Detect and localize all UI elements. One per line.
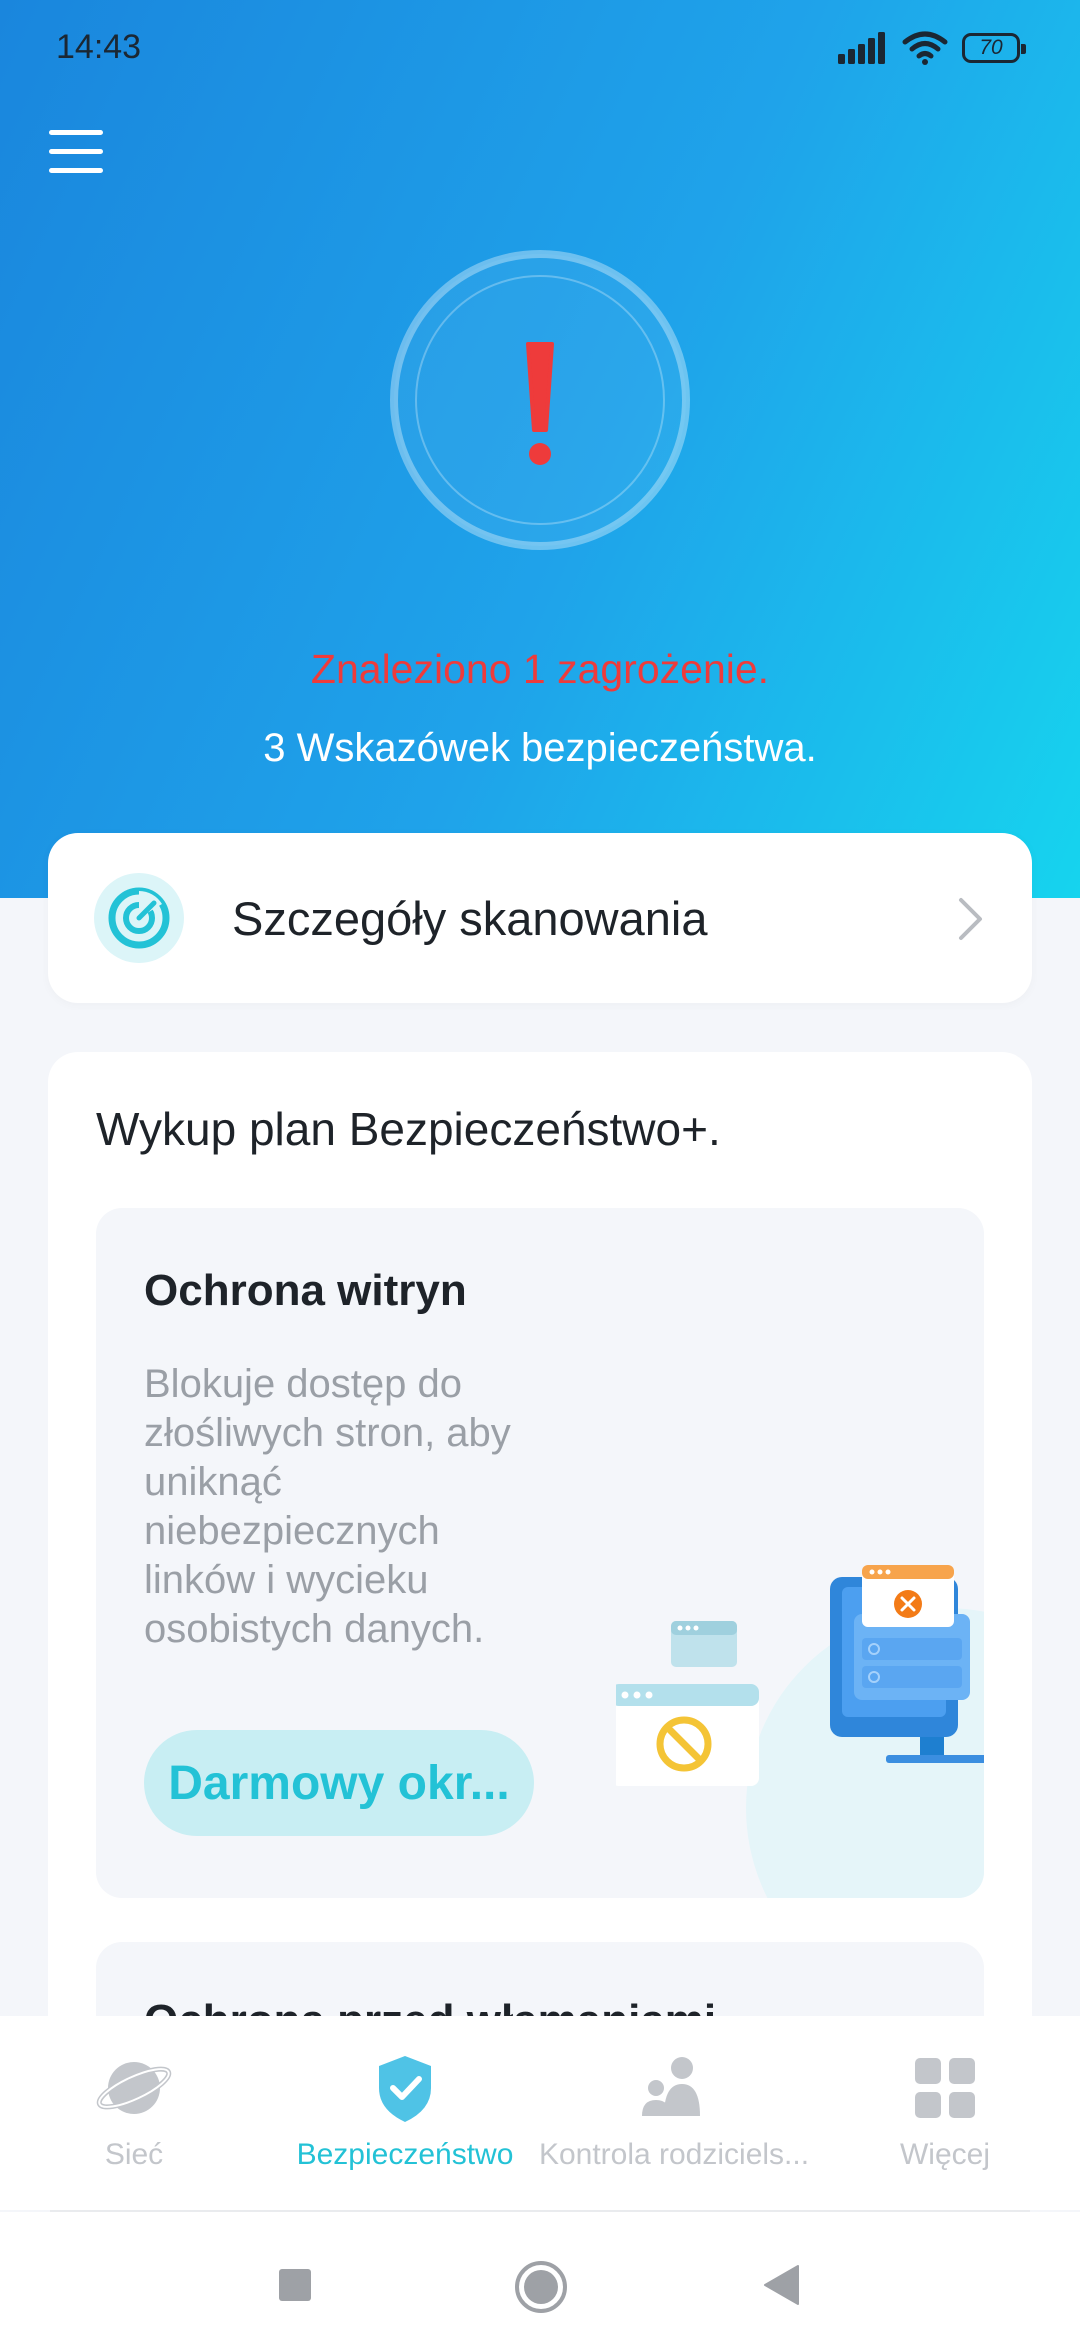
grid-icon: [915, 2058, 975, 2118]
nav-label-security: Bezpieczeństwo: [296, 2138, 514, 2171]
back-icon[interactable]: [762, 2264, 800, 2306]
home-icon[interactable]: [514, 2260, 568, 2314]
feature-description: Blokuje dostęp do złośliwych stron, aby …: [144, 1362, 511, 1651]
feature-title: Ochrona witryn: [144, 1266, 467, 1315]
scan-details-card[interactable]: Szczegóły skanowania: [48, 833, 1032, 1003]
planet-icon: [96, 2062, 172, 2114]
status-time: 14:43: [56, 28, 142, 66]
chevron-right-icon: [959, 898, 982, 940]
scan-details-label: Szczegóły skanowania: [232, 892, 708, 945]
nav-tab-parental-control[interactable]: Kontrola rodziciels...: [538, 2016, 810, 2210]
nav-label-network: Sieć: [104, 2138, 164, 2171]
battery-icon: 70: [962, 33, 1026, 63]
status-bar: 14:43 70: [0, 0, 1080, 96]
bottom-nav: Sieć Bezpieczeństwo Kontrola rodziciels.…: [0, 2016, 1080, 2210]
web-protection-illustration: [616, 1565, 984, 1898]
nav-tab-more[interactable]: Więcej: [855, 2016, 1035, 2210]
threat-status[interactable]: Znaleziono 1 zagrożenie.: [0, 646, 1080, 693]
family-icon: [642, 2057, 700, 2116]
wifi-icon: [902, 31, 948, 65]
promo-card: Wykup plan Bezpieczeństwo+. Ochrona witr…: [48, 1052, 1032, 2242]
signal-icon: [838, 32, 885, 64]
free-trial-button[interactable]: Darmowy okr...: [144, 1730, 534, 1836]
nav-tab-network[interactable]: Sieć: [44, 2016, 224, 2210]
alert-icon: [390, 250, 690, 550]
menu-icon[interactable]: [46, 126, 106, 178]
scan-radar-icon: [94, 873, 184, 963]
nav-label-more: Więcej: [899, 2138, 990, 2171]
battery-level: 70: [979, 36, 1003, 59]
security-tips[interactable]: 3 Wskazówek bezpieczeństwa.: [0, 726, 1080, 771]
nav-label-parental-control: Kontrola rodziciels...: [538, 2138, 810, 2171]
promo-title: Wykup plan Bezpieczeństwo+.: [96, 1103, 721, 1155]
feature-card-web-protection[interactable]: Ochrona witryn Blokuje dostęp do złośliw…: [96, 1208, 984, 1898]
recent-apps-icon[interactable]: [278, 2268, 312, 2302]
status-icons: 70: [838, 28, 1026, 68]
shield-check-icon: [379, 2056, 431, 2122]
system-navigation-bar: [0, 2212, 1080, 2340]
nav-tab-security[interactable]: Bezpieczeństwo: [292, 2016, 518, 2210]
